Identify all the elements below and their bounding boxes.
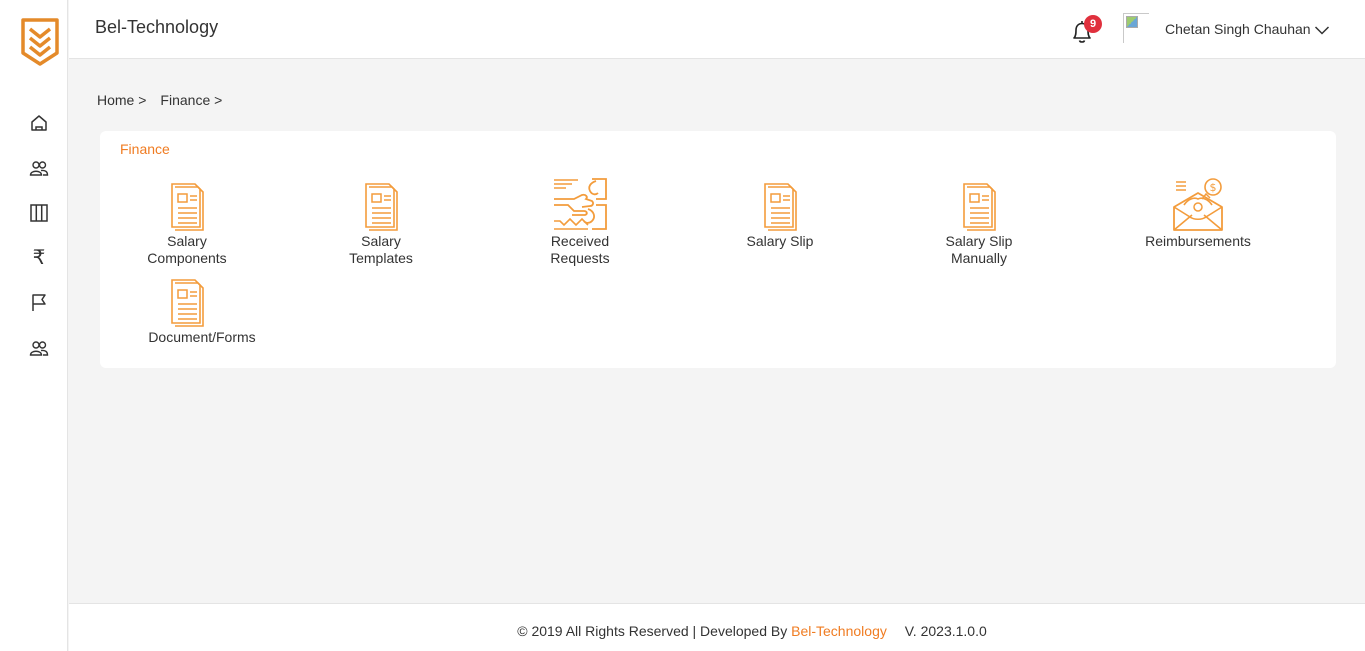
sidebar: ₹ (0, 0, 68, 651)
tile-reimbursements[interactable]: $ Reimbursements (1138, 178, 1258, 250)
columns-icon (30, 204, 48, 222)
svg-text:$: $ (1210, 181, 1217, 194)
card-title: Finance (120, 141, 170, 157)
tile-label: Salary Slip Manually (945, 233, 1013, 266)
footer: © 2019 All Rights Reserved | Developed B… (69, 603, 1365, 651)
tile-salary-slip-manually[interactable]: Salary Slip Manually (934, 181, 1024, 267)
document-icon (365, 183, 398, 231)
footer-text: © 2019 All Rights Reserved | Developed B… (69, 623, 1365, 639)
tile-salary-components[interactable]: Salary Components (136, 181, 238, 267)
tile-salary-templates[interactable]: Salary Templates (341, 181, 421, 267)
brand-title: Bel-Technology (95, 17, 219, 37)
tile-label: Received Requests (550, 233, 610, 266)
tile-label: Salary Templates (349, 233, 413, 266)
top-header: Bel-Technology 9 Chetan Singh Chauhan (69, 0, 1365, 59)
flag-icon (32, 294, 46, 311)
tile-label: Reimbursements (1145, 233, 1251, 249)
handshake-icon (554, 178, 607, 230)
developer-link[interactable]: Bel-Technology (791, 623, 887, 639)
home-icon (31, 115, 47, 131)
shield-chevron-logo[interactable] (20, 17, 60, 67)
breadcrumb-home[interactable]: Home > (97, 92, 146, 108)
copyright-text: © 2019 All Rights Reserved | Developed B… (517, 623, 788, 639)
chevron-down-icon[interactable] (1314, 24, 1330, 36)
sidebar-item-home[interactable] (24, 108, 54, 138)
tile-label: Document/Forms (148, 329, 256, 345)
money-envelope-icon: $ (1173, 178, 1223, 231)
document-icon (171, 183, 204, 231)
tile-salary-slip[interactable]: Salary Slip (735, 181, 825, 250)
tile-label: Salary Slip (746, 233, 814, 249)
document-icon (963, 183, 996, 231)
tile-label: Salary Components (147, 233, 227, 266)
version-text: V. 2023.1.0.0 (904, 623, 987, 639)
finance-card: Finance Salary Components Salary Templat… (100, 131, 1336, 368)
avatar[interactable] (1123, 13, 1149, 43)
rupee-icon: ₹ (32, 245, 46, 269)
tile-document-forms[interactable]: Document/Forms (136, 277, 268, 346)
sidebar-item-flag[interactable] (24, 288, 54, 318)
notification-badge: 9 (1084, 15, 1102, 33)
document-icon (171, 279, 204, 327)
sidebar-item-users[interactable] (24, 153, 54, 183)
user-name[interactable]: Chetan Singh Chauhan (1165, 21, 1311, 37)
breadcrumb: Home > Finance > (97, 92, 236, 108)
breadcrumb-finance[interactable]: Finance > (160, 92, 222, 108)
team-icon (29, 341, 49, 356)
document-icon (764, 183, 797, 231)
tile-received-requests[interactable]: Received Requests (540, 178, 620, 267)
users-icon (29, 161, 49, 176)
sidebar-item-board[interactable] (24, 198, 54, 228)
broken-image-icon (1126, 16, 1138, 28)
sidebar-item-team[interactable] (24, 333, 54, 363)
sidebar-item-finance[interactable]: ₹ (24, 242, 54, 272)
